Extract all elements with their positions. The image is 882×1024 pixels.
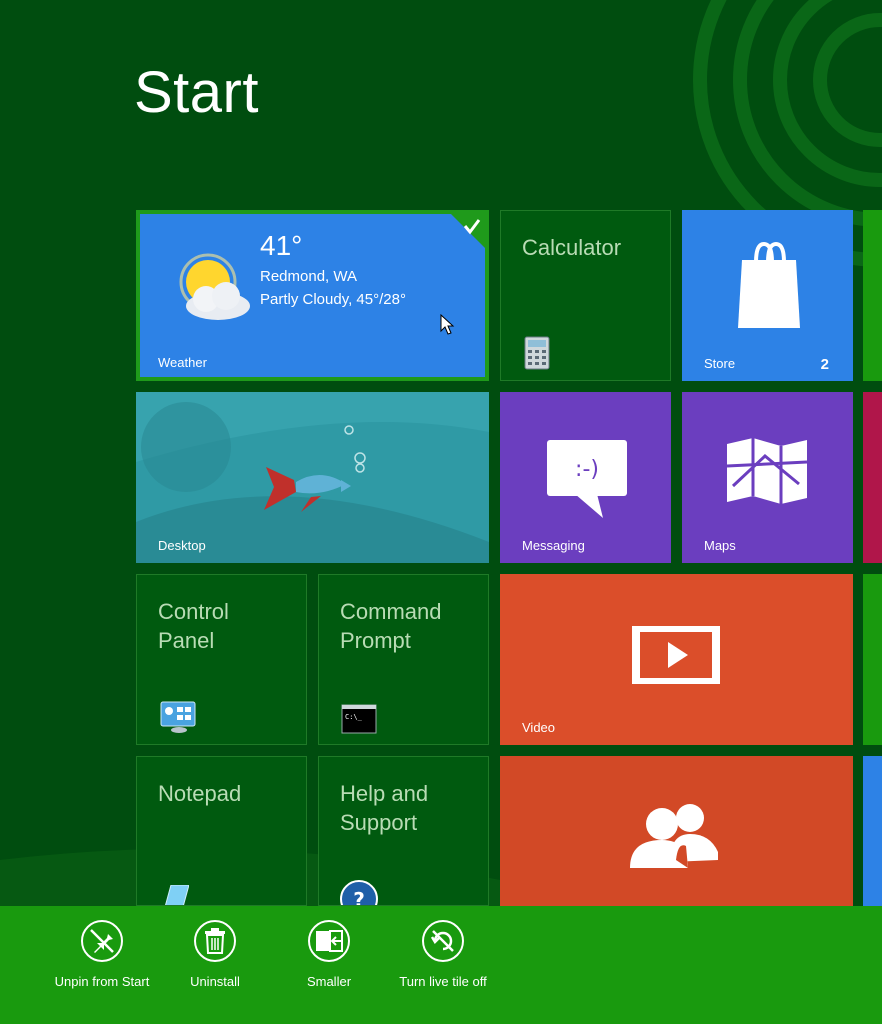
people-tile[interactable] (500, 756, 853, 906)
notepad-tile[interactable]: Notepad (136, 756, 307, 906)
uninstall-button[interactable]: Uninstall (160, 920, 270, 991)
weather-conditions: Partly Cloudy, 45°/28° (260, 291, 406, 308)
maps-tile[interactable]: Maps (682, 392, 853, 563)
svg-text::-): :-) (575, 457, 599, 482)
trash-icon (205, 928, 225, 954)
resize-smaller-icon (316, 930, 343, 952)
play-video-icon (632, 626, 720, 684)
tile-name: Messaging (522, 538, 585, 553)
calculator-icon (524, 336, 550, 370)
tile-name: Video (522, 720, 556, 735)
svg-text:C:\_: C:\_ (345, 713, 363, 721)
tile-name: Desktop (158, 538, 206, 553)
tile-name: Control Panel (158, 599, 229, 653)
people-icon (630, 804, 718, 868)
tile-name: Calculator (522, 235, 622, 260)
partial-tile[interactable] (863, 392, 882, 563)
help-question-icon: ? (340, 880, 378, 906)
video-tile[interactable]: Video (500, 574, 853, 745)
unpin-icon (90, 929, 114, 953)
tile-name: Store (704, 356, 736, 371)
help-support-tile[interactable]: Help and Support ? (318, 756, 489, 906)
tile-name: Command Prompt (340, 599, 442, 653)
command-label: Turn live tile off (399, 974, 487, 989)
desktop-tile[interactable]: Desktop (136, 392, 489, 563)
unpin-button[interactable]: Unpin from Start (47, 920, 157, 991)
weather-tile[interactable]: 41° Redmond, WA Partly Cloudy, 45°/28° W… (136, 210, 489, 381)
partial-tile[interactable] (863, 756, 882, 906)
command-prompt-tile[interactable]: Command Prompt C:\_ (318, 574, 489, 745)
command-label: Smaller (306, 974, 352, 989)
svg-text:?: ? (353, 888, 365, 906)
terminal-icon: C:\_ (341, 704, 377, 734)
shopping-bag-icon (738, 241, 800, 328)
notepad-icon (165, 885, 189, 905)
messaging-tile[interactable]: :-) Messaging (500, 392, 671, 563)
weather-location: Redmond, WA (260, 268, 357, 285)
page-title: Start (134, 60, 259, 125)
weather-temperature: 41° (260, 230, 303, 261)
notification-badge: 2 (820, 356, 829, 373)
command-label: Unpin from Start (54, 974, 150, 989)
store-tile[interactable]: Store 2 (682, 210, 853, 381)
map-icon (726, 438, 808, 504)
partly-cloudy-icon (179, 253, 250, 320)
app-bar: Unpin from Start Uninstall Smaller Turn … (0, 906, 882, 1024)
tile-name: Notepad (158, 781, 242, 806)
tile-name: Weather (158, 355, 207, 370)
tile-name: Maps (704, 538, 736, 553)
command-label: Uninstall (190, 974, 240, 989)
calculator-tile[interactable]: Calculator (500, 210, 671, 381)
partial-tile[interactable] (863, 574, 882, 745)
partial-tile[interactable] (863, 210, 882, 381)
live-tile-off-icon (430, 930, 454, 952)
mouse-cursor-icon (440, 314, 455, 335)
selection-check-icon (451, 214, 485, 248)
tile-name: Help and Support (340, 781, 429, 835)
start-screen: { "page": { "title": "Start" }, "tiles":… (0, 0, 882, 1024)
chat-bubble-icon: :-) (547, 440, 627, 518)
live-tile-off-button[interactable]: Turn live tile off (388, 920, 498, 991)
control-panel-icon (160, 701, 196, 733)
smaller-button[interactable]: Smaller (274, 920, 384, 991)
control-panel-tile[interactable]: Control Panel (136, 574, 307, 745)
